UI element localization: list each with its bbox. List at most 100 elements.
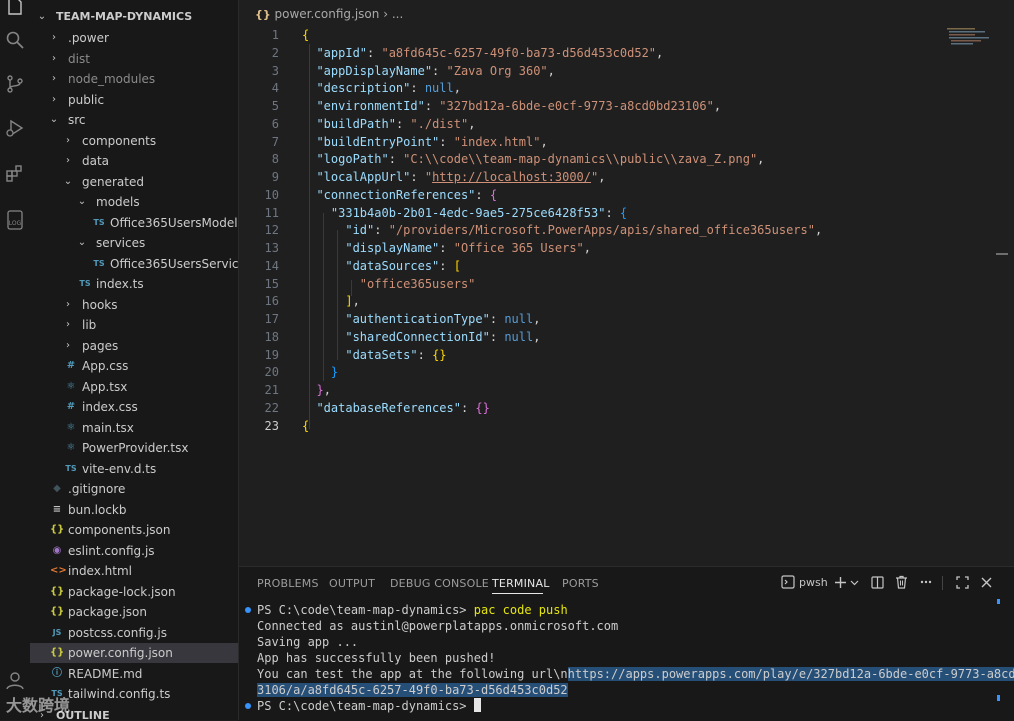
maximize-panel-icon[interactable] (955, 573, 969, 591)
terminal-scrollbar[interactable] (997, 695, 1000, 701)
folder-item[interactable]: › public (30, 90, 238, 110)
tab-output[interactable]: OUTPUT (329, 577, 375, 590)
run-debug-icon[interactable] (3, 116, 27, 140)
tree-item-label: index.css (82, 400, 138, 414)
code-line[interactable]: 6 "buildPath": "./dist", (239, 116, 939, 134)
line-number: 20 (264, 365, 279, 380)
scrollbar-marker[interactable] (996, 253, 1008, 255)
code-line[interactable]: 14 "dataSources": [ (239, 258, 939, 276)
code-line[interactable]: 18 "sharedConnectionId": null, (239, 329, 939, 347)
file-item[interactable]: ⓘ README.md (30, 664, 238, 684)
file-item[interactable]: {} power.config.json (30, 643, 238, 663)
minimap[interactable] (947, 28, 993, 48)
source-control-icon[interactable] (3, 72, 27, 96)
folder-item[interactable]: › dist (30, 49, 238, 69)
folder-item[interactable]: ⌄ services (30, 233, 238, 253)
code-line[interactable]: 15 "office365users" (239, 276, 939, 294)
folder-item[interactable]: ⌄ models (30, 192, 238, 212)
file-item[interactable]: # App.css (30, 356, 238, 376)
editor-area[interactable]: {} power.config.json › ... 1{2 "appId": … (239, 0, 1014, 566)
tree-item-label: .gitignore (68, 482, 126, 496)
folder-item[interactable]: › data (30, 151, 238, 171)
code-line[interactable]: 4 "description": null, (239, 80, 939, 98)
folder-item[interactable]: › pages (30, 336, 238, 356)
code-line[interactable]: 2 "appId": "a8fd645c-6257-49f0-ba73-d56d… (239, 45, 939, 63)
file-item[interactable]: ⚛ PowerProvider.tsx (30, 438, 238, 458)
folder-item[interactable]: ⌄ generated (30, 172, 238, 192)
line-number: 19 (264, 347, 279, 362)
tab-debug-console[interactable]: DEBUG CONSOLE (390, 577, 489, 590)
folder-item[interactable]: › node_modules (30, 69, 238, 89)
folder-item[interactable]: › components (30, 131, 238, 151)
app-url-link-continued[interactable]: 3106/a/a8fd645c-6257-49f0-ba73-d56d453c0… (257, 683, 568, 697)
folder-item[interactable]: › lib (30, 315, 238, 335)
explorer-sidebar: ⌄ TEAM-MAP-DYNAMICS › .power › dist › node_mo… (30, 0, 239, 720)
terminal-cursor (473, 698, 481, 712)
code-line[interactable]: 12 "id": "/providers/Microsoft.PowerApps… (239, 222, 939, 240)
close-panel-icon[interactable] (979, 573, 993, 591)
file-item[interactable]: TS Office365UsersService.ts (30, 254, 238, 274)
code-line[interactable]: 8 "logoPath": "C:\\code\\team-map-dynami… (239, 151, 939, 169)
active-tab-underline (492, 593, 543, 594)
code-line[interactable]: 11 "331b4a0b-2b01-4edc-9ae5-275ce6428f53… (239, 205, 939, 223)
file-item[interactable]: ◆ .gitignore (30, 479, 238, 499)
split-terminal-icon[interactable] (870, 573, 884, 591)
terminal-text: You can test the app at the following ur… (257, 667, 568, 681)
file-item[interactable]: {} components.json (30, 520, 238, 540)
code-line[interactable]: 9 "localAppUrl": "http://localhost:3000/… (239, 169, 939, 187)
file-item[interactable]: ⚛ App.tsx (30, 377, 238, 397)
breadcrumb-file[interactable]: power.config.json (275, 7, 380, 21)
breadcrumb-tail[interactable]: ... (392, 7, 403, 21)
file-item[interactable]: ≡ bun.lockb (30, 500, 238, 520)
file-item[interactable]: {} package.json (30, 602, 238, 622)
tab-terminal[interactable]: TERMINAL (492, 577, 550, 590)
file-item[interactable]: TS index.ts (30, 274, 238, 294)
tab-problems[interactable]: PROBLEMS (257, 577, 319, 590)
tab-ports[interactable]: PORTS (562, 577, 599, 590)
code-line[interactable]: 23{ (239, 418, 939, 436)
file-item[interactable]: ⚛ main.tsx (30, 418, 238, 438)
file-item[interactable]: <> index.html (30, 561, 238, 581)
account-icon[interactable] (3, 668, 27, 692)
code-line[interactable]: 7 "buildEntryPoint": "index.html", (239, 134, 939, 152)
code-line[interactable]: 3 "appDisplayName": "Zava Org 360", (239, 63, 939, 81)
code-text: "localAppUrl": "http://localhost:3000/", (316, 170, 606, 184)
search-icon[interactable] (3, 28, 27, 52)
folder-item[interactable]: › .power (30, 28, 238, 48)
project-header[interactable]: ⌄ TEAM-MAP-DYNAMICS (30, 7, 238, 27)
explorer-icon[interactable] (3, 0, 27, 18)
code-line[interactable]: 20 } (239, 364, 939, 382)
code-text: "331b4a0b-2b01-4edc-9ae5-275ce6428f53": … (330, 205, 628, 220)
new-terminal-icon[interactable] (833, 573, 847, 591)
code-line[interactable]: 13 "displayName": "Office 365 Users", (239, 240, 939, 258)
file-item[interactable]: {} package-lock.json (30, 582, 238, 602)
code-line[interactable]: 21 }, (239, 382, 939, 400)
folder-item[interactable]: › hooks (30, 295, 238, 315)
terminal-shell-label[interactable]: pwsh (799, 573, 828, 591)
breadcrumb[interactable]: {} power.config.json › ... (255, 7, 403, 21)
code-line[interactable]: 22 "databaseReferences": {} (239, 400, 939, 418)
file-item[interactable]: TS Office365UsersModel.ts (30, 213, 238, 233)
log-icon[interactable]: LOG (3, 208, 27, 232)
bottom-panel: PROBLEMS OUTPUT DEBUG CONSOLE TERMINAL P… (239, 566, 1014, 721)
trash-icon[interactable] (894, 573, 908, 591)
react-file-icon: ⚛ (66, 442, 76, 453)
terminal-input-line[interactable]: PS C:\code\team-map-dynamics> (257, 698, 481, 714)
file-item[interactable]: ◉ eslint.config.js (30, 541, 238, 561)
more-actions-icon[interactable] (919, 573, 933, 591)
extensions-icon[interactable] (3, 162, 27, 186)
file-item[interactable]: JS postcss.config.js (30, 623, 238, 643)
app-url-link[interactable]: https://apps.powerapps.com/play/e/327bd1… (567, 667, 1014, 681)
folder-item[interactable]: ⌄ src (30, 110, 238, 130)
code-line[interactable]: 16 ], (239, 293, 939, 311)
code-line[interactable]: 5 "environmentId": "327bd12a-6bde-e0cf-9… (239, 98, 939, 116)
code-line[interactable]: 17 "authenticationType": null, (239, 311, 939, 329)
code-line[interactable]: 19 "dataSets": {} (239, 347, 939, 365)
file-item[interactable]: TS vite-env.d.ts (30, 459, 238, 479)
terminal-scrollbar[interactable] (997, 599, 1000, 604)
chevron-down-icon[interactable] (849, 573, 859, 591)
code-line[interactable]: 1{ (239, 27, 939, 45)
indent-guide (309, 44, 310, 429)
code-line[interactable]: 10 "connectionReferences": { (239, 187, 939, 205)
file-item[interactable]: # index.css (30, 397, 238, 417)
